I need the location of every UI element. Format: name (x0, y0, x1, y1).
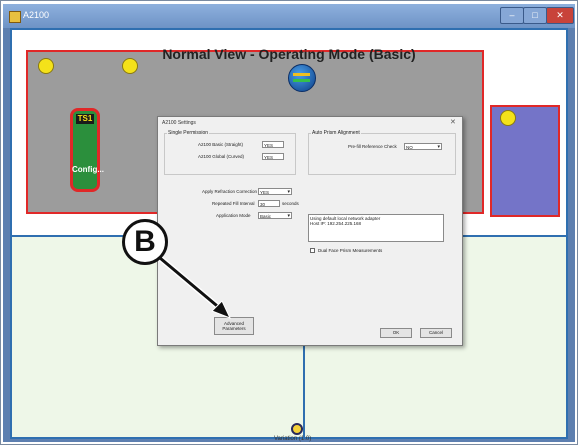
callout-badge: B (122, 219, 168, 265)
callout-arrow (158, 255, 231, 319)
